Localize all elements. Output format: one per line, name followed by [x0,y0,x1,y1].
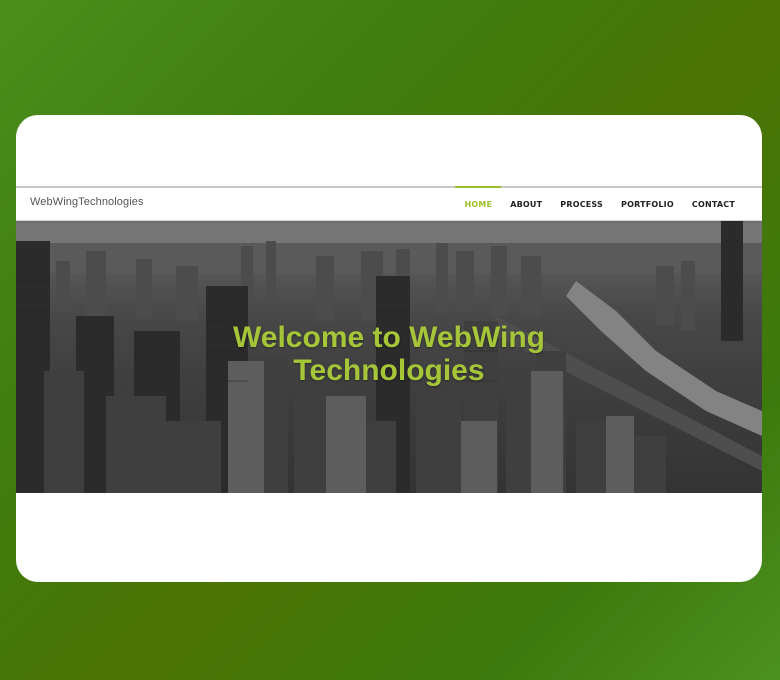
main-navigation: HOME ABOUT PROCESS PORTFOLIO CONTACT [455,186,744,220]
hero-heading-line-1: Welcome to WebWing [233,321,545,354]
hero-heading-line-2: Technologies [293,354,485,387]
nav-item-process[interactable]: PROCESS [551,188,612,220]
nav-item-portfolio[interactable]: PORTFOLIO [612,188,683,220]
nav-item-about[interactable]: ABOUT [501,188,551,220]
site-logo-text[interactable]: WebWingTechnologies [30,196,144,208]
browser-window: WebWingTechnologies HOME ABOUT PROCESS P… [16,115,762,582]
nav-item-home[interactable]: HOME [455,186,501,220]
hero-banner: Welcome to WebWing Technologies [16,221,762,493]
site-header: WebWingTechnologies HOME ABOUT PROCESS P… [16,186,762,220]
hero-heading: Welcome to WebWing Technologies [16,321,762,387]
nav-item-contact[interactable]: CONTACT [683,188,744,220]
